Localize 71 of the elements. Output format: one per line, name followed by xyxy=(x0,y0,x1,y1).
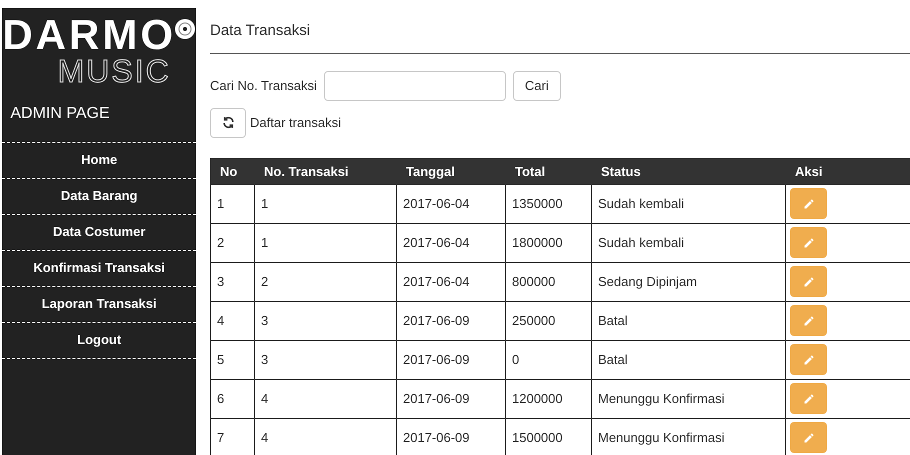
table-cell: 2017-06-04 xyxy=(397,262,506,300)
table-cell: 1 xyxy=(211,184,255,222)
pencil-icon xyxy=(802,314,814,326)
edit-button[interactable] xyxy=(790,266,827,297)
table-cell: 3 xyxy=(255,340,397,378)
pencil-icon xyxy=(802,432,814,444)
logo-subtitle: MUSIC xyxy=(58,56,171,86)
sidebar-link[interactable]: Data Barang xyxy=(2,179,196,215)
refresh-icon xyxy=(222,116,234,129)
table-cell: 2017-06-09 xyxy=(397,418,506,455)
table-cell: 1350000 xyxy=(506,184,592,222)
table-cell: Sedang Dipinjam xyxy=(592,262,786,300)
table-cell: 2017-06-04 xyxy=(397,224,506,262)
table-cell: 3 xyxy=(255,302,397,340)
table-cell: 1200000 xyxy=(506,380,592,418)
column-header: Aksi xyxy=(794,162,824,180)
edit-button[interactable] xyxy=(790,344,827,375)
table-cell: 2017-06-09 xyxy=(397,380,506,418)
edit-button[interactable] xyxy=(790,188,827,219)
table-cell: Sudah kembali xyxy=(592,184,786,222)
search-button[interactable]: Cari xyxy=(512,70,561,100)
table-cell: 2 xyxy=(211,224,255,262)
edit-button[interactable] xyxy=(790,422,827,453)
pencil-icon xyxy=(802,354,814,366)
refresh-label: Daftar transaksi xyxy=(250,114,342,132)
column-header: Tanggal xyxy=(405,162,456,181)
table-cell: 250000 xyxy=(506,302,592,340)
table-cell: 7 xyxy=(211,418,255,455)
table-cell: 2017-06-09 xyxy=(397,340,506,378)
pencil-icon xyxy=(802,236,814,248)
refresh-button[interactable] xyxy=(210,108,246,138)
table-cell: 4 xyxy=(255,418,397,455)
page-title: Data Transaksi xyxy=(210,21,312,41)
pencil-icon xyxy=(802,198,814,210)
table-cell: 1 xyxy=(255,224,397,262)
table-cell: 4 xyxy=(255,380,397,418)
table-cell: 6 xyxy=(211,380,255,418)
sidebar-link[interactable]: Data Costumer xyxy=(2,215,196,251)
logo-title: DARMO xyxy=(2,14,176,56)
pencil-icon xyxy=(802,392,814,404)
table-cell: 800000 xyxy=(506,262,592,300)
table-cell: 2 xyxy=(255,262,397,300)
edit-button[interactable] xyxy=(790,305,827,336)
table-cell: 5 xyxy=(211,340,255,378)
table-cell: Batal xyxy=(592,340,786,378)
table-cell: Sudah kembali xyxy=(592,224,786,262)
pencil-icon xyxy=(802,276,814,288)
table-cell: Menunggu Konfirmasi xyxy=(592,418,786,455)
sidebar-link[interactable]: Logout xyxy=(2,323,196,359)
column-header: No. Transaksi xyxy=(263,162,350,180)
table-cell: Batal xyxy=(592,302,786,340)
table-cell: 2017-06-09 xyxy=(397,302,506,340)
column-header: Total xyxy=(514,162,546,180)
table-cell: 4 xyxy=(211,302,255,340)
sidebar-link[interactable]: Home xyxy=(2,143,196,179)
table-cell: 3 xyxy=(211,262,255,300)
table-cell: 1 xyxy=(255,184,397,222)
edit-button[interactable] xyxy=(790,383,827,414)
sidebar-link[interactable]: Laporan Transaksi xyxy=(2,287,196,323)
table-cell: 2017-06-04 xyxy=(397,184,506,222)
table-cell: 1500000 xyxy=(506,418,592,455)
sidebar-link[interactable]: Konfirmasi Transaksi xyxy=(2,251,196,287)
table-cell: Menunggu Konfirmasi xyxy=(592,380,786,418)
search-label: Cari No. Transaksi xyxy=(210,76,317,95)
column-header: Status xyxy=(600,162,642,180)
table-cell: 1800000 xyxy=(506,224,592,262)
admin-heading: ADMIN PAGE xyxy=(10,104,110,124)
search-field[interactable] xyxy=(324,70,506,100)
column-header: No xyxy=(219,162,238,180)
table-cell: 0 xyxy=(506,340,592,378)
edit-button[interactable] xyxy=(790,227,827,258)
